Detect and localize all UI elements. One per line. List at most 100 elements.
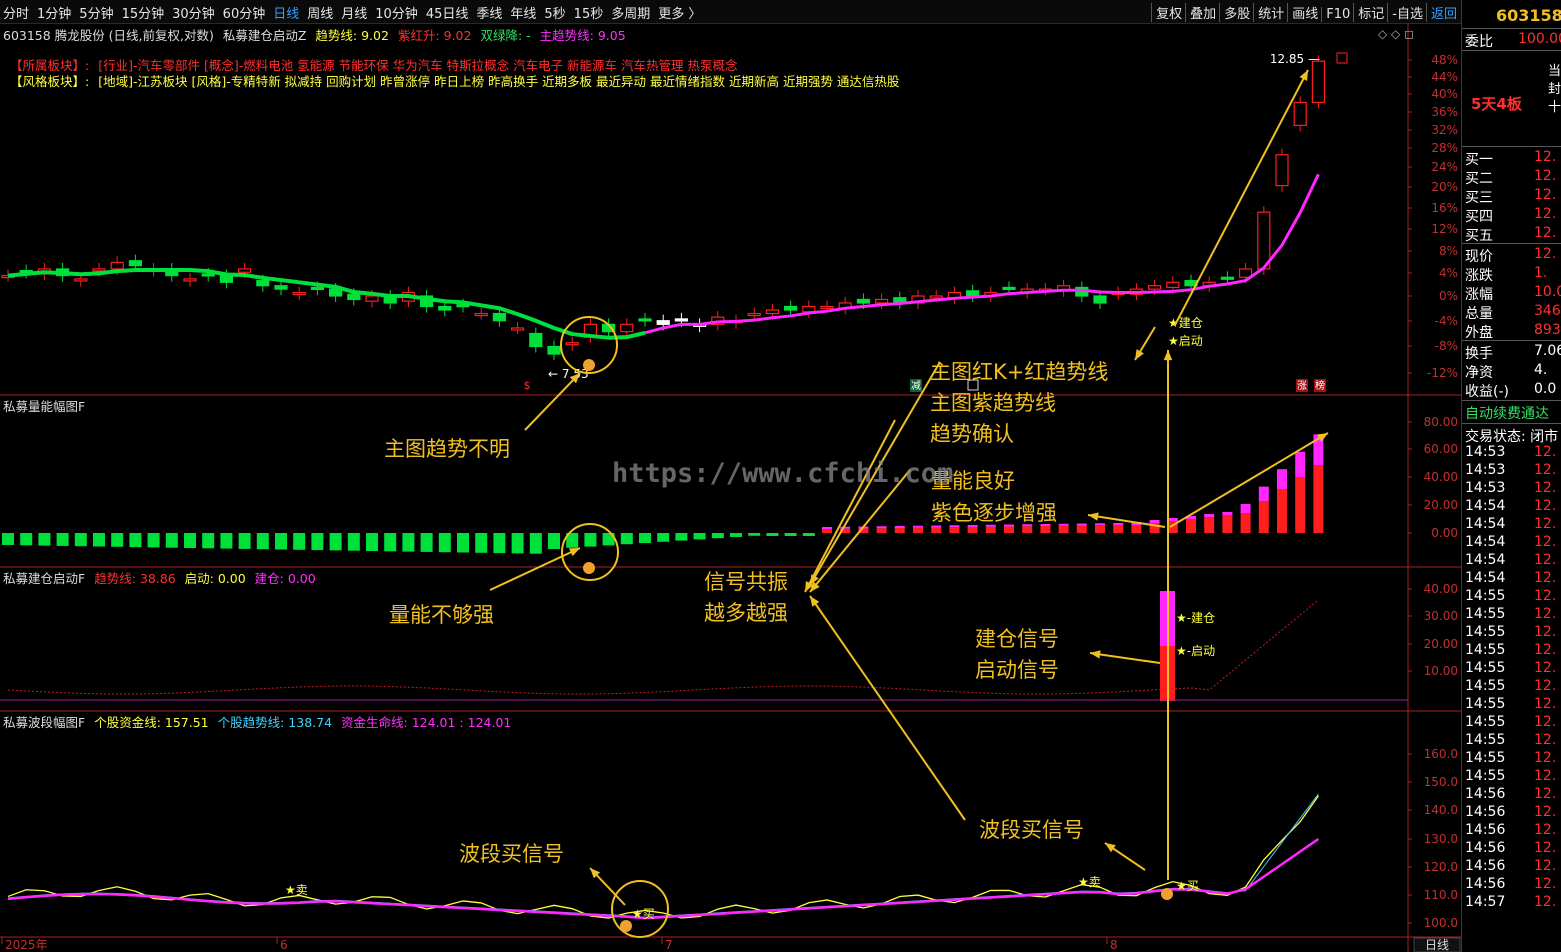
tick-price: 12. xyxy=(1534,894,1557,910)
side-char-3: 十 xyxy=(1548,100,1561,115)
date-label: 8 xyxy=(1110,938,1118,952)
vol-bar-red xyxy=(822,529,832,533)
period-tab-12[interactable]: 年线 xyxy=(510,3,536,22)
tick-time: 14:54 xyxy=(1465,570,1506,586)
candle-body xyxy=(474,312,488,317)
pct-tick: 48% xyxy=(1431,53,1458,67)
period-tab-7[interactable]: 周线 xyxy=(307,3,333,22)
candle-body xyxy=(620,323,634,333)
vol-bar-magenta xyxy=(894,526,905,528)
wave-tick: 110.0 xyxy=(1424,888,1458,902)
vol-bar-green xyxy=(129,533,142,548)
vol-bar-magenta xyxy=(876,526,887,529)
tick-price: 12. xyxy=(1534,678,1557,694)
purple-value: 紫红升: 9.02 xyxy=(397,28,472,43)
vol-tick: 20.00 xyxy=(1424,498,1458,512)
panel3-trend: 趋势线: 38.86 xyxy=(94,571,176,586)
vol-bar-magenta xyxy=(1149,520,1160,523)
candle-body xyxy=(183,278,197,282)
period-tab-15[interactable]: 多周期 xyxy=(611,3,650,22)
stats2-value-0: 7.06 xyxy=(1534,343,1561,359)
vol-bar-magenta xyxy=(1240,504,1251,513)
vol-bar-green xyxy=(711,533,724,539)
money-bag-icon xyxy=(1161,888,1173,900)
vol-bar-green xyxy=(584,533,597,547)
tool-button-2[interactable]: 多股 xyxy=(1219,3,1250,22)
high-marker xyxy=(1336,52,1348,64)
tick-time: 14:56 xyxy=(1465,786,1506,802)
candle-body xyxy=(1166,281,1180,289)
period-tab-10[interactable]: 45日线 xyxy=(426,3,469,22)
panel3-legend: 私募建仓启动F 趋势线: 38.86 启动: 0.00 建仓: 0.00 xyxy=(3,568,321,587)
period-tab-4[interactable]: 30分钟 xyxy=(172,3,215,22)
egg-icon xyxy=(583,359,595,371)
trade-state: 交易状态: 闭市 xyxy=(1465,429,1559,445)
vol-bar-green xyxy=(748,533,761,536)
vol-bar-green xyxy=(730,533,742,537)
pct-tick: 0% xyxy=(1439,289,1458,303)
tick-time: 14:56 xyxy=(1465,876,1506,892)
life-line xyxy=(7,837,1320,920)
tool-button-3[interactable]: 统计 xyxy=(1253,3,1284,22)
vol-bar-magenta xyxy=(913,525,923,528)
vol-bar-magenta xyxy=(822,527,832,529)
candle-body xyxy=(856,298,871,304)
panel3-build: 建仓: 0.00 xyxy=(254,571,316,586)
period-tab-6[interactable]: 日线 xyxy=(273,3,299,22)
stats2-value-2: 0.0 xyxy=(1534,381,1557,397)
vol-bar-red xyxy=(1058,525,1069,533)
period-tab-16[interactable]: 更多 〉 xyxy=(658,3,701,22)
vol-bar-red xyxy=(894,528,905,533)
period-tab-11[interactable]: 季线 xyxy=(476,3,502,22)
tick-time: 14:55 xyxy=(1465,606,1506,622)
period-tab-0[interactable]: 分时 xyxy=(3,3,29,22)
panel4-legend: 私募波段幅图F 个股资金线: 157.51 个股趋势线: 138.74 资金生命… xyxy=(3,712,516,731)
stats-value-3: 3465 xyxy=(1534,303,1561,319)
tick-time: 14:55 xyxy=(1465,660,1506,676)
pct-tick: 20% xyxy=(1431,180,1458,194)
pct-tick: 4% xyxy=(1439,266,1458,280)
build-tick: 10.00 xyxy=(1424,664,1458,678)
tick-time: 14:55 xyxy=(1465,732,1506,748)
tool-button-6[interactable]: 标记 xyxy=(1353,3,1384,22)
annotation-red-k-2: 主图紫趋势线 xyxy=(930,391,1056,415)
tool-button-5[interactable]: F10 xyxy=(1321,7,1350,22)
zhang-marker: 涨 xyxy=(1297,380,1307,392)
quote-code: 603158 xyxy=(1496,6,1561,25)
period-tab-2[interactable]: 5分钟 xyxy=(79,3,113,22)
tick-price: 12. xyxy=(1534,876,1557,892)
auto-renew-text[interactable]: 自动续费通达 xyxy=(1465,403,1549,423)
tool-button-8[interactable]: 返回 xyxy=(1425,3,1457,22)
vol-bar-green xyxy=(256,533,269,550)
stats-value-4: 893 xyxy=(1534,322,1561,338)
period-tab-3[interactable]: 15分钟 xyxy=(122,3,165,22)
tool-button-4[interactable]: 画线 xyxy=(1287,3,1318,22)
wb-value: 100.00 xyxy=(1518,31,1561,47)
period-tab-9[interactable]: 10分钟 xyxy=(375,3,418,22)
build-tick: 40.00 xyxy=(1424,582,1458,596)
tool-button-0[interactable]: 复权 xyxy=(1151,3,1182,22)
main-legend: 603158 腾龙股份 (日线,前复权,对数) 私募建仓启动Z 趋势线: 9.0… xyxy=(3,25,631,44)
vol-bar-green xyxy=(420,533,433,552)
tick-time: 14:53 xyxy=(1465,480,1506,496)
wave-tick: 140.0 xyxy=(1424,803,1458,817)
panel-collapse-icon[interactable]: ◇ ◇ ◻ xyxy=(1378,27,1414,41)
period-tab-13[interactable]: 5秒 xyxy=(544,3,565,22)
vol-bar-green xyxy=(693,533,706,540)
period-tab-8[interactable]: 月线 xyxy=(341,3,367,22)
vol-bar-green xyxy=(2,533,14,545)
annotation-volume-good-2: 紫色逐步增强 xyxy=(931,501,1057,525)
vol-bar-magenta xyxy=(1295,451,1306,477)
panel4-life: 资金生命线: 124.01 : 124.01 xyxy=(341,715,512,730)
period-tab-1[interactable]: 1分钟 xyxy=(37,3,71,22)
tool-button-7[interactable]: -自选 xyxy=(1387,3,1423,22)
period-tab-14[interactable]: 15秒 xyxy=(574,3,604,22)
panel3-start-star: ★-启动 xyxy=(1176,644,1215,658)
tick-price: 12. xyxy=(1534,624,1557,640)
main-trend-green xyxy=(7,268,646,340)
vol-bar-magenta xyxy=(1258,486,1269,501)
tool-button-1[interactable]: 叠加 xyxy=(1185,3,1216,22)
period-tab-5[interactable]: 60分钟 xyxy=(223,3,266,22)
vol-bar-green xyxy=(384,533,397,552)
candle-body xyxy=(529,332,543,348)
